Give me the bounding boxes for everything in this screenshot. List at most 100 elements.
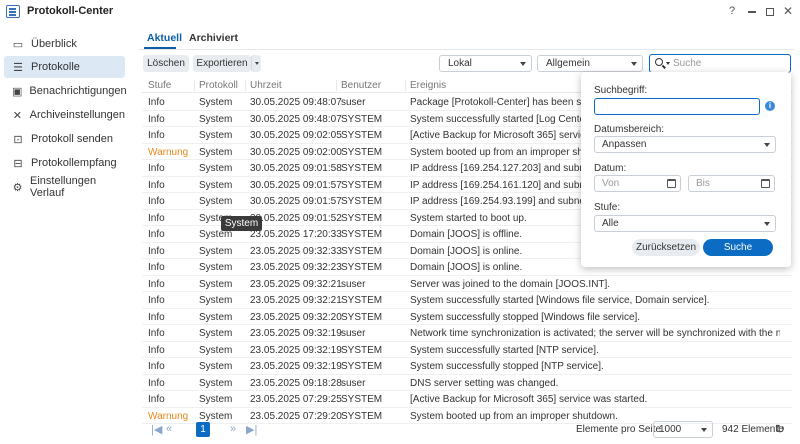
category-select-value: Allgemein xyxy=(546,58,590,69)
cell-level: Info xyxy=(148,278,165,290)
export-dropdown-button[interactable] xyxy=(251,55,261,72)
sidebar-item-logs[interactable]: ☰ Protokolle xyxy=(4,56,125,78)
first-page-icon[interactable]: |◀ xyxy=(151,423,162,436)
cell-user: suser xyxy=(341,278,366,290)
tab-archived[interactable]: Archiviert xyxy=(189,32,238,44)
cell-user: SYSTEM xyxy=(341,229,383,240)
category-select[interactable]: Allgemein xyxy=(537,55,643,72)
table-row[interactable]: Info System 23.05.2025 07:29:25 SYSTEM [Acti… xyxy=(142,391,792,408)
level-select[interactable]: Alle xyxy=(594,215,776,232)
sidebar-item-label: Einstellungen Verlauf xyxy=(30,175,97,199)
close-button[interactable]: ✕ xyxy=(780,3,796,19)
calendar-icon[interactable] xyxy=(761,179,770,188)
date-to-input[interactable]: Bis xyxy=(688,175,775,192)
cell-event: System successfully stopped [Windows fil… xyxy=(410,311,641,323)
sidebar-item-label: Archiveinstellungen xyxy=(29,109,125,121)
refresh-icon[interactable]: ↻ xyxy=(775,422,785,436)
maximize-icon xyxy=(766,7,774,16)
cell-time: 30.05.2025 09:48:07 xyxy=(250,97,342,108)
sidebar-item-archive-settings[interactable]: ✕ Archiveinstellungen xyxy=(4,104,125,126)
table-row[interactable]: Info System 23.05.2025 09:18:28 suser DNS se… xyxy=(142,375,792,391)
column-header-protocol[interactable]: Protokoll xyxy=(199,80,238,91)
sidebar-item-log-receiving[interactable]: ⊟ Protokollempfang xyxy=(4,152,125,174)
cell-time: 30.05.2025 09:01:58 xyxy=(250,163,342,174)
table-row[interactable]: Info System 23.05.2025 09:32:20 SYSTEM Syste… xyxy=(142,309,792,325)
cell-level: Info xyxy=(148,196,165,207)
column-header-level[interactable]: Stufe xyxy=(148,80,171,91)
cell-time: 23.05.2025 09:32:33 xyxy=(250,245,342,257)
app-icon xyxy=(6,5,20,18)
minimize-button[interactable] xyxy=(744,3,760,19)
level-label: Stufe: xyxy=(594,202,621,213)
cell-user: suser xyxy=(341,328,366,339)
column-header-user[interactable]: Benutzer xyxy=(341,80,381,91)
cell-time: 23.05.2025 09:32:20 xyxy=(250,311,342,323)
table-row[interactable]: Info System 23.05.2025 09:32:19 suser Networ… xyxy=(142,325,792,342)
table-row[interactable]: Info System 23.05.2025 09:32:19 SYSTEM Syste… xyxy=(142,342,792,358)
sidebar-item-history-settings[interactable]: ⚙ Einstellungen Verlauf xyxy=(4,175,125,199)
cell-user: suser xyxy=(341,377,366,389)
search-button[interactable]: Suche xyxy=(703,239,773,256)
cell-event: DNS server setting was changed. xyxy=(410,377,559,389)
cell-user: SYSTEM xyxy=(341,130,383,141)
advanced-search-popup: Suchbegriff: i Datumsbereich: Anpassen D… xyxy=(581,72,791,267)
table-row[interactable]: Info System 23.05.2025 09:32:21 suser Server… xyxy=(142,276,792,292)
search-input[interactable]: Suche xyxy=(649,54,791,73)
location-select[interactable]: Lokal xyxy=(439,55,532,72)
column-header-time[interactable]: Uhrzeit xyxy=(250,80,282,91)
app-title: Protokoll-Center xyxy=(27,5,114,17)
info-icon[interactable]: i xyxy=(765,101,775,111)
cell-user: SYSTEM xyxy=(341,179,383,191)
cell-event: Network time synchronization is activate… xyxy=(410,328,780,339)
calendar-icon[interactable] xyxy=(667,179,676,188)
search-term-input[interactable] xyxy=(594,98,760,115)
cell-protocol: System xyxy=(199,146,233,158)
receive-icon: ⊟ xyxy=(13,157,23,170)
cell-user: suser xyxy=(341,97,366,108)
date-from-input[interactable]: Von xyxy=(594,175,681,192)
cell-user: SYSTEM xyxy=(341,196,383,207)
cell-time: 23.05.2025 07:29:25 xyxy=(250,394,342,405)
cell-protocol: System xyxy=(199,113,233,125)
cell-protocol: System xyxy=(199,377,233,389)
sidebar-item-log-sending[interactable]: ⊡ Protokoll senden xyxy=(4,128,125,150)
reset-button[interactable]: Zurücksetzen xyxy=(632,239,700,256)
sidebar-item-notifications[interactable]: ▣ Benachrichtigungen xyxy=(4,80,127,102)
cell-time: 23.05.2025 09:32:21 xyxy=(250,278,342,290)
sidebar-item-overview[interactable]: ▭ Überblick xyxy=(4,33,125,55)
cell-level: Info xyxy=(148,361,165,372)
search-placeholder: Suche xyxy=(673,58,702,69)
page-current[interactable]: 1 xyxy=(196,422,210,437)
date-range-select[interactable]: Anpassen xyxy=(594,136,776,153)
tab-current[interactable]: Aktuell xyxy=(147,32,182,44)
sidebar: ▭ Überblick ☰ Protokolle ▣ Benachrichtig… xyxy=(0,22,134,444)
export-button[interactable]: Exportieren xyxy=(193,55,251,72)
last-page-icon[interactable]: ▶| xyxy=(246,423,257,436)
table-row[interactable]: Info System 23.05.2025 09:32:21 SYSTEM Syste… xyxy=(142,292,792,309)
items-per-page-select[interactable]: 1000 xyxy=(653,421,713,438)
cell-user: SYSTEM xyxy=(341,245,383,257)
help-button[interactable]: ? xyxy=(724,3,740,19)
sidebar-item-label: Protokoll senden xyxy=(31,133,113,145)
column-divider xyxy=(405,80,406,91)
maximize-button[interactable] xyxy=(762,3,778,19)
table-row[interactable]: Info System 23.05.2025 09:32:19 SYSTEM Syste… xyxy=(142,358,792,375)
cell-user: SYSTEM xyxy=(341,146,383,158)
cell-level: Info xyxy=(148,229,165,240)
cell-level: Info xyxy=(148,394,165,405)
next-pages-icon[interactable]: » xyxy=(230,423,236,435)
cell-time: 30.05.2025 09:48:07 xyxy=(250,113,342,125)
cell-protocol: System xyxy=(199,394,233,405)
date-range-label: Datumsbereich: xyxy=(594,124,665,135)
title-bar: Protokoll-Center ? ✕ xyxy=(0,0,800,22)
cell-user: SYSTEM xyxy=(341,361,383,372)
previous-pages-icon[interactable]: « xyxy=(166,423,172,435)
cell-level: Info xyxy=(148,377,165,389)
cell-level: Info xyxy=(148,179,165,191)
cell-event: System successfully started [Windows fil… xyxy=(410,295,710,306)
cell-level: Info xyxy=(148,212,165,224)
cell-event: System successfully started [NTP service… xyxy=(410,344,599,356)
delete-button[interactable]: Löschen xyxy=(143,55,189,72)
cell-time: 30.05.2025 09:01:57 xyxy=(250,196,342,207)
date-to-placeholder: Bis xyxy=(696,178,710,189)
